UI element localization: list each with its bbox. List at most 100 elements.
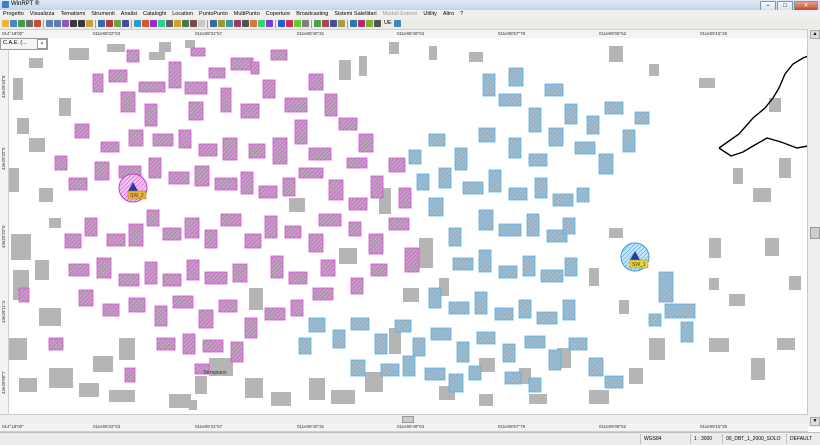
import-icon[interactable] <box>258 20 265 27</box>
map-canvas[interactable]: SW_2 SW_1 Torrepiano <box>9 38 809 414</box>
map-svg[interactable]: SW_2 SW_1 Torrepiano <box>9 38 809 414</box>
chart-icon[interactable] <box>234 20 241 27</box>
menu-coperture[interactable]: Coperture <box>263 10 293 19</box>
link-icon[interactable] <box>150 20 157 27</box>
window-controls: – □ ✕ <box>760 0 818 11</box>
coverage-map-icon[interactable] <box>366 20 373 27</box>
cae-panel-close-button[interactable]: × <box>37 39 47 49</box>
ruler-label: 011e08'49"04 <box>397 424 425 429</box>
toolbar-separator <box>275 20 276 28</box>
toolbar-separator <box>95 20 96 28</box>
menu-visualizza[interactable]: Visualizza <box>27 10 58 19</box>
terrain-icon[interactable] <box>114 20 121 27</box>
toolbar-separator <box>311 20 312 28</box>
tree-icon[interactable] <box>182 20 189 27</box>
toolbar-ue-label[interactable]: UE <box>384 20 392 26</box>
area-icon[interactable] <box>330 20 337 27</box>
filter-icon[interactable] <box>266 20 273 27</box>
menu-location[interactable]: Location <box>169 10 196 19</box>
route-icon[interactable] <box>278 20 285 27</box>
options-icon[interactable] <box>374 20 381 27</box>
line-icon[interactable] <box>322 20 329 27</box>
menu-broadcasting[interactable]: Broadcasting <box>293 10 331 19</box>
lightning-icon[interactable] <box>218 20 225 27</box>
site-sw1-label: SW_1 <box>632 262 646 268</box>
ruler-label: 014°18'00" <box>2 424 24 429</box>
broadcast-icon[interactable] <box>358 20 365 27</box>
menu-strumenti[interactable]: Strumenti <box>88 10 118 19</box>
cae-panel[interactable]: C.A.E. (... × <box>0 38 48 50</box>
target-icon[interactable] <box>286 20 293 27</box>
scroll-down-arrow-icon[interactable]: ▼ <box>810 417 820 426</box>
help-icon[interactable] <box>394 20 401 27</box>
label-icon[interactable] <box>338 20 345 27</box>
menu-puntopunto[interactable]: PuntoPunto <box>196 10 231 19</box>
site-sw2[interactable]: SW_2 <box>118 173 148 203</box>
ruler-label: 43e29'43"8 <box>1 75 6 98</box>
coverage-icon[interactable] <box>142 20 149 27</box>
ruler-label: 43e29'22"0 <box>1 225 6 248</box>
building-icon[interactable] <box>190 20 197 27</box>
satellite-icon[interactable] <box>350 20 357 27</box>
signal-icon[interactable] <box>226 20 233 27</box>
cae-panel-label: C.A.E. (... <box>3 40 27 46</box>
toolbar-separator <box>347 20 348 28</box>
refresh-icon[interactable] <box>54 20 61 27</box>
site-sw1[interactable]: SW_1 <box>620 242 650 272</box>
star-icon[interactable] <box>174 20 181 27</box>
menu-moduli-esterni: Moduli Esterni <box>382 11 418 17</box>
undo-icon[interactable] <box>46 20 53 27</box>
menu-multipunto[interactable]: MultiPunto <box>231 10 263 19</box>
scroll-thumb[interactable] <box>810 227 820 239</box>
ruler-label: 43e29'11"4 <box>1 300 6 323</box>
flag-icon[interactable] <box>106 20 113 27</box>
zoom-out-icon[interactable] <box>78 20 85 27</box>
bottom-ruler: 014°18'00" 011e08'22"03 011e08'31"57 011… <box>0 422 808 432</box>
open-folder-icon[interactable] <box>2 20 9 27</box>
menu-utility[interactable]: Utility <box>420 10 439 19</box>
save-icon[interactable] <box>10 20 17 27</box>
ruler-label: 43e29'00"7 <box>1 371 6 394</box>
map-icon[interactable] <box>98 20 105 27</box>
ruler-label: 011e08'57"78 <box>498 31 526 36</box>
menu-progetto[interactable]: Progetto <box>0 10 27 19</box>
ruler-label: 011e08'22"03 <box>93 31 121 36</box>
vertical-scrollbar[interactable]: ▲ ▼ <box>807 29 820 427</box>
scroll-up-arrow-icon[interactable]: ▲ <box>810 30 820 39</box>
boundary-line <box>718 137 809 157</box>
zoom-extent-icon[interactable] <box>86 20 93 27</box>
status-mode: DEFAULT <box>786 434 812 444</box>
ruler-icon[interactable] <box>302 20 309 27</box>
polygon-icon[interactable] <box>294 20 301 27</box>
point-icon[interactable] <box>314 20 321 27</box>
menu-bar: Progetto Visualizza Tematismi Strumenti … <box>0 10 820 19</box>
print-icon[interactable] <box>26 20 33 27</box>
menu-help[interactable]: ? <box>457 10 466 19</box>
measure-icon[interactable] <box>198 20 205 27</box>
profile-icon[interactable] <box>158 20 165 27</box>
table-icon[interactable] <box>166 20 173 27</box>
export-icon[interactable] <box>250 20 257 27</box>
toolbar-separator <box>207 20 208 28</box>
ruler-label: 011e09'06"52 <box>599 31 627 36</box>
menu-altro[interactable]: Altro <box>440 10 457 19</box>
menu-cataloghi[interactable]: Cataloghi <box>140 10 169 19</box>
left-ruler: 43e29'43"8 43e29'32"9 43e29'22"0 43e29'1… <box>0 38 9 414</box>
layers-icon[interactable] <box>34 20 41 27</box>
status-scale: 1 : 3000 <box>690 434 712 444</box>
antenna-icon[interactable] <box>134 20 141 27</box>
list-icon[interactable] <box>242 20 249 27</box>
hscroll-thumb[interactable] <box>402 416 414 423</box>
globe-icon[interactable] <box>18 20 25 27</box>
app-icon <box>2 1 9 8</box>
ruler-label: 011e08'57"78 <box>498 424 526 429</box>
horizontal-scrollbar[interactable] <box>0 414 808 423</box>
grid-icon[interactable] <box>122 20 129 27</box>
settings-icon[interactable] <box>210 20 217 27</box>
menu-tematismi[interactable]: Tematismi <box>57 10 88 19</box>
zoom-in-icon[interactable] <box>70 20 77 27</box>
menu-analisi[interactable]: Analisi <box>118 10 140 19</box>
ruler-label: 011e09'06"52 <box>599 424 627 429</box>
menu-sistemi-satellitari[interactable]: Sistemi Satellitari <box>331 10 379 19</box>
pan-icon[interactable] <box>62 20 69 27</box>
